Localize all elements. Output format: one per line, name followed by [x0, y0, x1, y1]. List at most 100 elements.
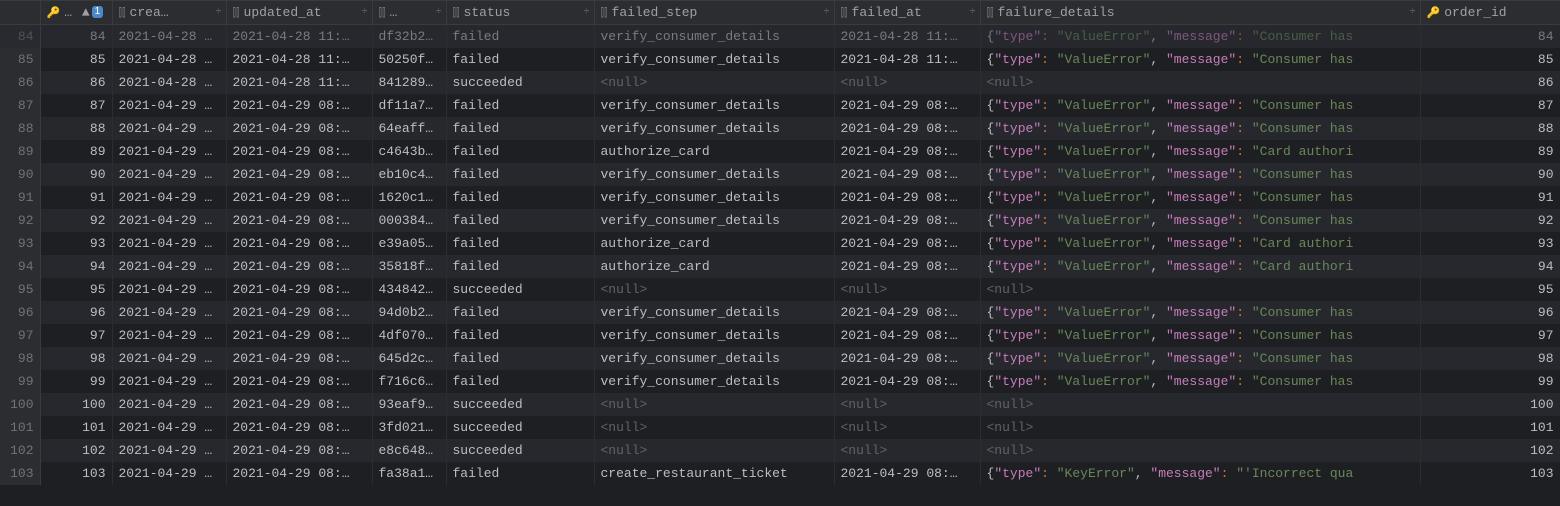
cell-corr[interactable]: 645d2c… — [372, 347, 446, 370]
cell-status[interactable]: failed — [446, 163, 594, 186]
cell-order-id[interactable]: 96 — [1420, 301, 1560, 324]
cell-corr[interactable]: c4643b… — [372, 140, 446, 163]
cell-order-id[interactable]: 99 — [1420, 370, 1560, 393]
cell-created[interactable]: 2021-04-29 … — [112, 347, 226, 370]
cell-failure-details[interactable]: {"type": "ValueError", "message": "Card … — [980, 255, 1420, 278]
col-failed-at[interactable]: ⫿⫿failed_at÷ — [834, 1, 980, 25]
cell-failure-details[interactable]: {"type": "ValueError", "message": "Card … — [980, 232, 1420, 255]
cell-id[interactable]: 94 — [40, 255, 112, 278]
cell-order-id[interactable]: 92 — [1420, 209, 1560, 232]
table-row[interactable]: 99992021-04-29 …2021-04-29 08:…f716c6…fa… — [0, 370, 1560, 393]
row-gutter[interactable]: 103 — [0, 462, 40, 485]
cell-id[interactable]: 97 — [40, 324, 112, 347]
cell-updated[interactable]: 2021-04-29 08:… — [226, 393, 372, 416]
cell-created[interactable]: 2021-04-28 … — [112, 48, 226, 71]
row-gutter[interactable]: 88 — [0, 117, 40, 140]
cell-created[interactable]: 2021-04-29 … — [112, 301, 226, 324]
row-gutter[interactable]: 98 — [0, 347, 40, 370]
cell-failed-at[interactable]: <null> — [834, 439, 980, 462]
cell-order-id[interactable]: 85 — [1420, 48, 1560, 71]
cell-order-id[interactable]: 94 — [1420, 255, 1560, 278]
cell-status[interactable]: failed — [446, 324, 594, 347]
col-created[interactable]: ⫿⫿crea…÷ — [112, 1, 226, 25]
cell-updated[interactable]: 2021-04-28 11:… — [226, 25, 372, 48]
cell-failed-at[interactable]: 2021-04-29 08:… — [834, 140, 980, 163]
cell-status[interactable]: failed — [446, 25, 594, 48]
cell-created[interactable]: 2021-04-29 … — [112, 140, 226, 163]
col-corr[interactable]: ⫿⫿…÷ — [372, 1, 446, 25]
cell-failed-step[interactable]: verify_consumer_details — [594, 186, 834, 209]
cell-created[interactable]: 2021-04-29 … — [112, 416, 226, 439]
cell-created[interactable]: 2021-04-29 … — [112, 393, 226, 416]
cell-status[interactable]: succeeded — [446, 393, 594, 416]
cell-updated[interactable]: 2021-04-29 08:… — [226, 462, 372, 485]
cell-failed-at[interactable]: <null> — [834, 278, 980, 301]
cell-order-id[interactable]: 84 — [1420, 25, 1560, 48]
cell-failed-at[interactable]: 2021-04-28 11:… — [834, 25, 980, 48]
cell-order-id[interactable]: 89 — [1420, 140, 1560, 163]
cell-status[interactable]: failed — [446, 186, 594, 209]
table-row[interactable]: 93932021-04-29 …2021-04-29 08:…e39a05…fa… — [0, 232, 1560, 255]
cell-status[interactable]: succeeded — [446, 439, 594, 462]
cell-failed-at[interactable]: <null> — [834, 71, 980, 94]
cell-order-id[interactable]: 101 — [1420, 416, 1560, 439]
table-row[interactable]: 96962021-04-29 …2021-04-29 08:…94d0b2…fa… — [0, 301, 1560, 324]
cell-updated[interactable]: 2021-04-29 08:… — [226, 347, 372, 370]
cell-failed-at[interactable]: 2021-04-29 08:… — [834, 347, 980, 370]
cell-failed-step[interactable]: <null> — [594, 71, 834, 94]
cell-corr[interactable]: 93eaf9… — [372, 393, 446, 416]
cell-id[interactable]: 98 — [40, 347, 112, 370]
cell-failed-at[interactable]: 2021-04-29 08:… — [834, 209, 980, 232]
cell-updated[interactable]: 2021-04-29 08:… — [226, 370, 372, 393]
cell-created[interactable]: 2021-04-29 … — [112, 370, 226, 393]
cell-id[interactable]: 87 — [40, 94, 112, 117]
cell-failed-step[interactable]: create_restaurant_ticket — [594, 462, 834, 485]
cell-created[interactable]: 2021-04-29 … — [112, 439, 226, 462]
cell-failed-step[interactable]: verify_consumer_details — [594, 163, 834, 186]
row-gutter[interactable]: 100 — [0, 393, 40, 416]
row-gutter[interactable]: 101 — [0, 416, 40, 439]
cell-corr[interactable]: 841289… — [372, 71, 446, 94]
col-failure-details[interactable]: ⫿⫿failure_details÷ — [980, 1, 1420, 25]
cell-status[interactable]: succeeded — [446, 71, 594, 94]
cell-updated[interactable]: 2021-04-28 11:… — [226, 71, 372, 94]
cell-failed-at[interactable]: 2021-04-29 08:… — [834, 186, 980, 209]
cell-failed-step[interactable]: <null> — [594, 416, 834, 439]
cell-status[interactable]: failed — [446, 462, 594, 485]
cell-order-id[interactable]: 103 — [1420, 462, 1560, 485]
table-row[interactable]: 97972021-04-29 …2021-04-29 08:…4df070…fa… — [0, 324, 1560, 347]
table-row[interactable]: 88882021-04-29 …2021-04-29 08:…64eaff…fa… — [0, 117, 1560, 140]
cell-status[interactable]: failed — [446, 232, 594, 255]
cell-corr[interactable]: e39a05… — [372, 232, 446, 255]
cell-updated[interactable]: 2021-04-29 08:… — [226, 278, 372, 301]
cell-corr[interactable]: 3fd021… — [372, 416, 446, 439]
table-row[interactable]: 1031032021-04-29 …2021-04-29 08:…fa38a1…… — [0, 462, 1560, 485]
cell-id[interactable]: 93 — [40, 232, 112, 255]
table-row[interactable]: 95952021-04-29 …2021-04-29 08:…434842…su… — [0, 278, 1560, 301]
cell-failed-at[interactable]: <null> — [834, 393, 980, 416]
cell-failed-at[interactable]: 2021-04-29 08:… — [834, 94, 980, 117]
cell-failure-details[interactable]: {"type": "ValueError", "message": "Consu… — [980, 163, 1420, 186]
row-gutter[interactable]: 92 — [0, 209, 40, 232]
cell-created[interactable]: 2021-04-29 … — [112, 117, 226, 140]
cell-order-id[interactable]: 88 — [1420, 117, 1560, 140]
cell-corr[interactable]: 64eaff… — [372, 117, 446, 140]
cell-failure-details[interactable]: <null> — [980, 416, 1420, 439]
row-gutter[interactable]: 89 — [0, 140, 40, 163]
row-gutter[interactable]: 84 — [0, 25, 40, 48]
cell-status[interactable]: failed — [446, 347, 594, 370]
cell-id[interactable]: 85 — [40, 48, 112, 71]
table-row[interactable]: 1001002021-04-29 …2021-04-29 08:…93eaf9…… — [0, 393, 1560, 416]
cell-status[interactable]: failed — [446, 48, 594, 71]
cell-created[interactable]: 2021-04-28 … — [112, 25, 226, 48]
cell-failed-step[interactable]: verify_consumer_details — [594, 117, 834, 140]
cell-created[interactable]: 2021-04-29 … — [112, 232, 226, 255]
table-row[interactable]: 86862021-04-28 …2021-04-28 11:…841289…su… — [0, 71, 1560, 94]
cell-failure-details[interactable]: <null> — [980, 439, 1420, 462]
table-row[interactable]: 1021022021-04-29 …2021-04-29 08:…e8c648…… — [0, 439, 1560, 462]
cell-id[interactable]: 103 — [40, 462, 112, 485]
cell-corr[interactable]: 1620c1… — [372, 186, 446, 209]
cell-failed-at[interactable]: 2021-04-29 08:… — [834, 301, 980, 324]
row-gutter[interactable]: 85 — [0, 48, 40, 71]
cell-updated[interactable]: 2021-04-28 11:… — [226, 48, 372, 71]
